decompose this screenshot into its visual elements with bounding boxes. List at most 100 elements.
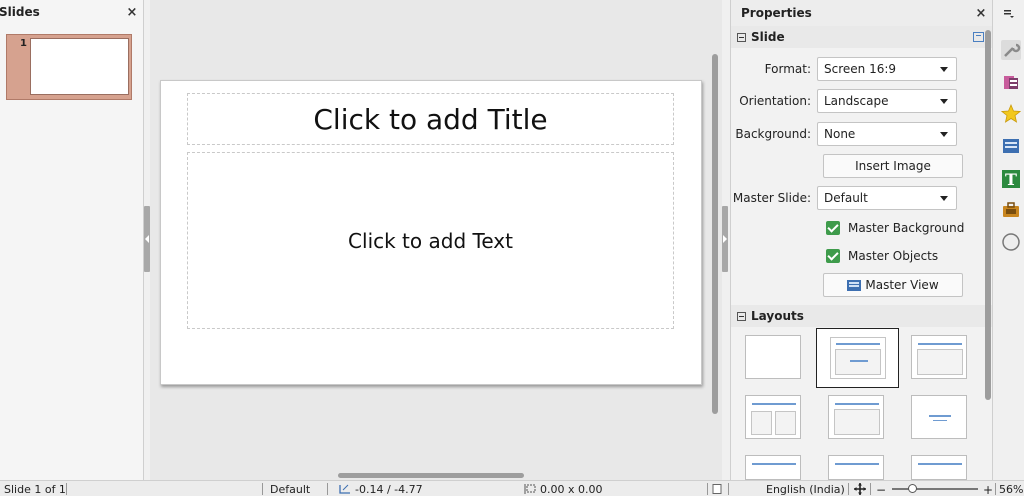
sidebar-tabbar: T [992, 0, 1024, 480]
slide-canvas[interactable]: Click to add Title Click to add Text [160, 80, 702, 385]
status-size: 0.00 x 0.00 [540, 483, 603, 496]
slides-pane-header: Slides × [0, 0, 143, 24]
fit-slide-icon[interactable] [854, 483, 866, 495]
horizontal-scrollbar[interactable] [338, 473, 524, 478]
layout-row3-3[interactable] [911, 455, 967, 480]
master-slide-select[interactable]: Default [817, 186, 957, 210]
zoom-out-button[interactable]: − [876, 483, 886, 496]
layouts-section-title: Layouts [751, 309, 804, 323]
format-value: Screen 16:9 [824, 62, 897, 76]
title-placeholder[interactable]: Click to add Title [187, 93, 674, 145]
layout-row3-1[interactable] [745, 455, 801, 480]
master-view-label: Master View [865, 278, 939, 292]
layout-content-bar [850, 360, 868, 362]
layout-title-content[interactable] [816, 328, 899, 388]
sidebar-collapse-handle[interactable] [722, 206, 728, 272]
properties-tab-wrench-icon[interactable] [1001, 40, 1021, 60]
slide-thumbnail[interactable]: 1 [6, 34, 132, 100]
master-objects-checkbox-row[interactable]: Master Objects [826, 249, 938, 263]
background-value: None [824, 127, 856, 141]
layout-title-bar [835, 403, 879, 405]
properties-header: Properties × [731, 0, 992, 26]
insert-image-button[interactable]: Insert Image [823, 154, 963, 178]
master-slide-value: Default [824, 191, 868, 205]
format-select[interactable]: Screen 16:9 [817, 57, 957, 81]
layout-title-bar [752, 463, 796, 465]
background-select[interactable]: None [817, 122, 957, 146]
slide-thumbnail-page [30, 38, 129, 95]
master-background-checkbox[interactable] [826, 221, 840, 235]
slide-thumbnail-number: 1 [20, 38, 27, 49]
format-label: Format: [764, 62, 811, 76]
format-row: Format: Screen 16:9 [731, 57, 957, 81]
master-view-button[interactable]: Master View [823, 273, 963, 297]
orientation-value: Landscape [824, 94, 889, 108]
slides-pane: Slides × 1 [0, 0, 144, 480]
collapse-icon[interactable] [737, 33, 746, 42]
master-background-checkbox-row[interactable]: Master Background [826, 221, 964, 235]
master-slides-icon[interactable] [1001, 136, 1021, 156]
layout-title-bar [835, 463, 879, 465]
collapse-icon[interactable] [737, 312, 746, 321]
navigator-compass-icon[interactable] [1001, 232, 1021, 252]
layout-title-bar [918, 463, 962, 465]
layout-row3-2[interactable] [828, 455, 884, 480]
layouts-section-header[interactable]: Layouts [731, 305, 993, 327]
svg-text:T: T [1005, 170, 1017, 189]
layout-content-box [835, 349, 881, 375]
layout-left-box [751, 411, 772, 435]
document-modified-icon[interactable] [712, 484, 722, 494]
gallery-icon[interactable] [1001, 200, 1021, 220]
sidebar-menu-icon[interactable] [1004, 10, 1014, 18]
styles-icon[interactable]: T [1001, 169, 1021, 189]
status-bar: Slide 1 of 1 Default -0.14 / -4.77 0.00 … [0, 480, 1024, 496]
layout-content-box [834, 409, 880, 435]
layout-content-box [917, 349, 963, 375]
status-separator [327, 483, 328, 495]
more-options-icon[interactable] [973, 32, 984, 42]
layout-blank[interactable] [745, 335, 801, 379]
master-view-icon [847, 279, 862, 291]
chevron-down-icon [940, 66, 948, 72]
chevron-down-icon [940, 195, 948, 201]
master-slide-label: Master Slide: [732, 191, 811, 205]
orientation-label: Orientation: [739, 94, 811, 108]
properties-scrollbar[interactable] [985, 30, 991, 400]
zoom-in-button[interactable]: + [983, 483, 993, 496]
status-separator [870, 483, 871, 495]
slide-transition-icon[interactable] [1001, 73, 1021, 93]
zoom-slider-thumb[interactable] [908, 484, 917, 493]
status-position: -0.14 / -4.77 [355, 483, 423, 496]
master-background-label: Master Background [848, 221, 965, 235]
status-language[interactable]: English (India) [766, 483, 845, 496]
orientation-select[interactable]: Landscape [817, 89, 957, 113]
slides-pane-close-icon[interactable]: × [125, 5, 139, 20]
master-slide-row: Master Slide: Default [731, 186, 957, 210]
zoom-value[interactable]: 56% [999, 483, 1023, 496]
master-objects-checkbox[interactable] [826, 249, 840, 263]
status-separator [728, 483, 729, 495]
status-separator [262, 483, 263, 495]
animation-star-icon[interactable] [1001, 104, 1021, 124]
background-label: Background: [735, 127, 811, 141]
layout-centered-text[interactable] [911, 395, 967, 439]
properties-panel: Properties × Slide Format: Screen 16:9 O… [730, 0, 993, 480]
layout-title-content-2[interactable] [911, 335, 967, 379]
chevron-down-icon [940, 131, 948, 137]
status-slide-position: Slide 1 of 1 [4, 483, 66, 496]
vertical-scrollbar[interactable] [712, 54, 718, 414]
properties-title: Properties [741, 6, 812, 20]
layout-two-content[interactable] [745, 395, 801, 439]
status-separator [995, 483, 996, 495]
layout-title-only[interactable] [828, 395, 884, 439]
zoom-slider-track[interactable] [892, 488, 978, 490]
status-master-name[interactable]: Default [270, 483, 310, 496]
layout-title-bar [752, 403, 796, 405]
slide-section-header[interactable]: Slide [731, 26, 992, 48]
properties-close-icon[interactable]: × [974, 6, 988, 21]
position-icon [339, 484, 350, 494]
orientation-row: Orientation: Landscape [731, 89, 957, 113]
background-row: Background: None [731, 122, 957, 146]
text-placeholder[interactable]: Click to add Text [187, 152, 674, 329]
layout-title-bar [836, 343, 880, 345]
